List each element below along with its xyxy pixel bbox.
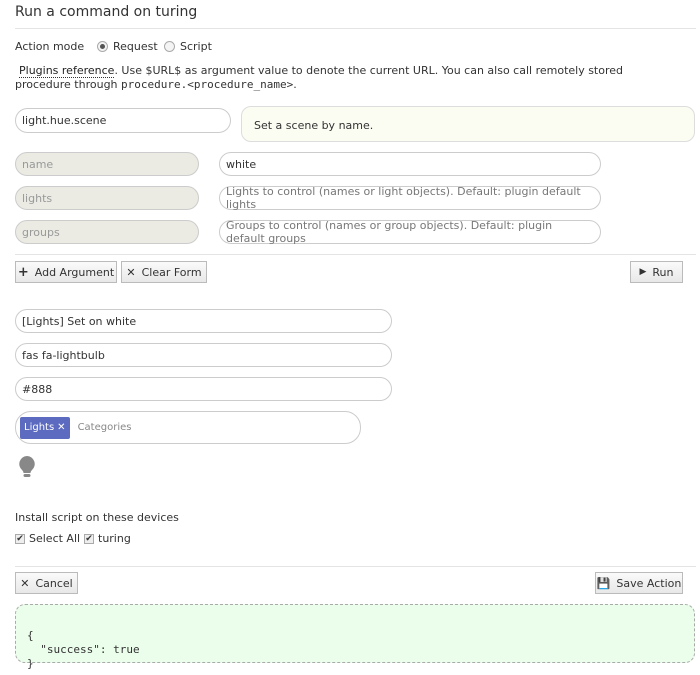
arg-name-lights: lights bbox=[15, 186, 199, 210]
action-name-input[interactable]: [Lights] Set on white bbox=[15, 309, 392, 333]
play-icon: ▶ bbox=[639, 267, 647, 277]
action-doc: Set a scene by name. bbox=[241, 106, 695, 142]
response-line: } bbox=[27, 657, 34, 670]
checkbox[interactable]: ✔ bbox=[84, 533, 94, 544]
add-argument-label: Add Argument bbox=[34, 265, 115, 279]
cancel-button[interactable]: ✕ Cancel bbox=[15, 572, 78, 594]
radio-request[interactable]: Request bbox=[97, 40, 158, 53]
response-box: { "success": true} bbox=[15, 604, 695, 670]
radio-label: Script bbox=[180, 40, 212, 53]
page-title: Run a command on turing bbox=[15, 4, 198, 20]
select-all-checkbox[interactable]: ✔ Select All bbox=[15, 532, 80, 545]
close-icon: ✕ bbox=[20, 576, 30, 590]
devices-label: Install script on these devices bbox=[15, 511, 179, 524]
arg-name-groups: groups bbox=[15, 220, 199, 244]
help-text-1: . Use $URL$ as argument value to denote … bbox=[114, 64, 624, 77]
run-button[interactable]: ▶ Run bbox=[630, 261, 683, 283]
close-icon: ✕ bbox=[126, 265, 136, 279]
radio-script[interactable]: Script bbox=[164, 40, 212, 53]
plugins-reference-link[interactable]: Plugins reference bbox=[19, 64, 115, 78]
arg-name-name: name bbox=[15, 152, 199, 176]
clear-form-button[interactable]: ✕ Clear Form bbox=[121, 261, 207, 283]
select-all-label: Select All bbox=[29, 532, 81, 545]
help-code: procedure.<procedure_name> bbox=[121, 78, 294, 91]
categories-input[interactable]: Lights ✕ Categories bbox=[15, 411, 361, 444]
action-input[interactable]: light.hue.scene bbox=[15, 108, 231, 133]
device-checkbox-turing[interactable]: ✔ turing bbox=[84, 532, 131, 545]
cancel-label: Cancel bbox=[35, 576, 73, 590]
arg-value-groups[interactable]: Groups to control (names or group object… bbox=[219, 219, 601, 245]
checkbox[interactable]: ✔ bbox=[15, 533, 25, 544]
radio-button[interactable] bbox=[164, 41, 175, 52]
save-label: Save Action bbox=[616, 576, 682, 590]
action-mode-label: Action mode bbox=[15, 40, 85, 53]
run-label: Run bbox=[652, 265, 674, 279]
save-action-button[interactable]: 💾 Save Action bbox=[595, 572, 683, 594]
radio-button[interactable] bbox=[97, 41, 108, 52]
arg-value-lights[interactable]: Lights to control (names or light object… bbox=[219, 185, 601, 211]
arg-value-name[interactable]: white bbox=[219, 152, 601, 176]
remove-tag-icon[interactable]: ✕ bbox=[57, 422, 65, 433]
lightbulb-icon bbox=[19, 456, 35, 477]
response-line: { bbox=[27, 629, 34, 642]
help-text-3: . bbox=[293, 78, 297, 91]
tag-label: Lights bbox=[24, 422, 55, 433]
help-text: Plugins reference. Use $URL$ as argument… bbox=[15, 64, 695, 92]
radio-label: Request bbox=[113, 40, 158, 53]
save-icon: 💾 bbox=[596, 576, 611, 590]
add-argument-button[interactable]: + Add Argument bbox=[15, 261, 117, 283]
category-tag[interactable]: Lights ✕ bbox=[20, 416, 70, 439]
help-text-2: procedure through bbox=[15, 78, 122, 91]
plus-icon: + bbox=[17, 264, 29, 280]
device-label: turing bbox=[98, 532, 131, 545]
response-line: "success": true bbox=[27, 643, 140, 656]
categories-placeholder: Categories bbox=[77, 422, 132, 433]
action-icon-input[interactable]: fas fa-lightbulb bbox=[15, 343, 392, 367]
action-color-input[interactable]: #888 bbox=[15, 377, 392, 401]
clear-form-label: Clear Form bbox=[141, 265, 202, 279]
